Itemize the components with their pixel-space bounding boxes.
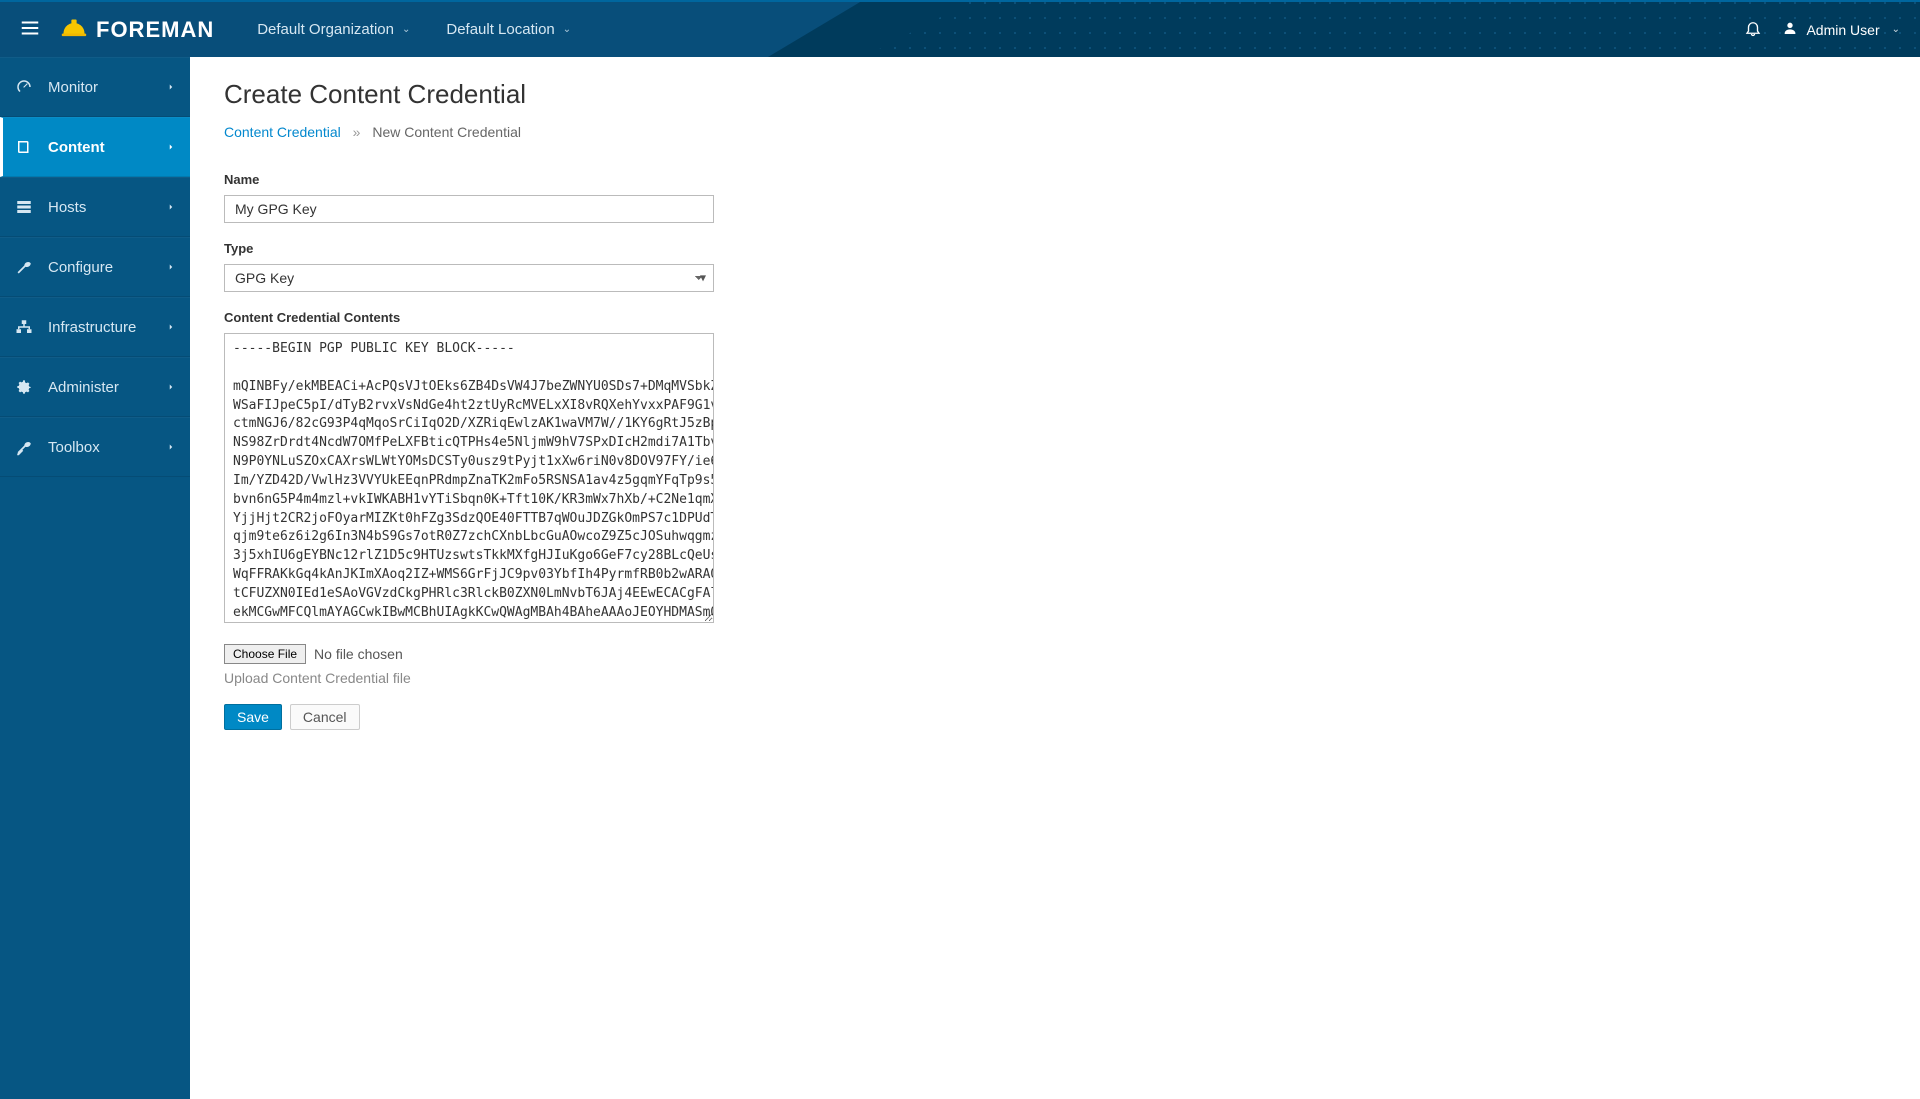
- hamburger-icon: [19, 17, 41, 42]
- page-title: Create Content Credential: [224, 79, 1886, 110]
- sidebar-item-toolbox[interactable]: Toolbox: [0, 417, 190, 477]
- chevron-right-icon: [166, 319, 176, 336]
- sidebar-item-label: Hosts: [48, 199, 166, 216]
- main-content: Create Content Credential Content Creden…: [190, 57, 1920, 1099]
- upload-hint: Upload Content Credential file: [224, 670, 714, 686]
- chevron-down-icon: ⌄: [563, 24, 571, 35]
- credential-form: Name Type GPG Key Content Credential Con…: [224, 172, 714, 730]
- sidebar-item-administer[interactable]: Administer: [0, 357, 190, 417]
- contents-label: Content Credential Contents: [224, 310, 714, 325]
- brand-link[interactable]: FOREMAN: [60, 16, 214, 44]
- hardhat-icon: [60, 16, 88, 44]
- book-icon: [14, 137, 34, 157]
- name-label: Name: [224, 172, 714, 187]
- nav-toggle-button[interactable]: [10, 10, 50, 50]
- breadcrumb-separator: »: [353, 124, 361, 140]
- sidebar-item-infrastructure[interactable]: Infrastructure: [0, 297, 190, 357]
- type-label: Type: [224, 241, 714, 256]
- location-switcher-label: Default Location: [446, 21, 554, 38]
- user-menu[interactable]: Admin User ⌄: [1782, 20, 1900, 39]
- save-button[interactable]: Save: [224, 704, 282, 730]
- org-switcher-label: Default Organization: [257, 21, 394, 38]
- name-input[interactable]: [224, 195, 714, 223]
- user-icon: [1782, 20, 1798, 39]
- sidebar-item-content[interactable]: Content: [0, 117, 190, 177]
- breadcrumb: Content Credential » New Content Credent…: [224, 124, 1886, 140]
- notifications-button[interactable]: [1744, 19, 1762, 40]
- chevron-down-icon: ⌄: [402, 24, 410, 35]
- file-chosen-text: No file chosen: [314, 646, 403, 662]
- type-select[interactable]: GPG Key: [224, 264, 714, 292]
- topbar: FOREMAN Default Organization ⌄ Default L…: [0, 0, 1920, 57]
- sidebar-item-label: Content: [48, 139, 166, 156]
- topbar-right: Admin User ⌄: [1744, 19, 1900, 40]
- chevron-right-icon: [166, 259, 176, 276]
- chevron-down-icon: ⌄: [1892, 24, 1900, 35]
- chevron-right-icon: [166, 79, 176, 96]
- chevron-right-icon: [166, 439, 176, 456]
- wrench-icon: [14, 257, 34, 277]
- chevron-right-icon: [166, 199, 176, 216]
- sitemap-icon: [14, 317, 34, 337]
- sidebar-item-hosts[interactable]: Hosts: [0, 177, 190, 237]
- breadcrumb-link-content-credential[interactable]: Content Credential: [224, 124, 341, 140]
- tools-icon: [14, 437, 34, 457]
- sidebar: Monitor Content Hosts Configure: [0, 57, 190, 1099]
- tachometer-icon: [14, 77, 34, 97]
- chevron-right-icon: [166, 379, 176, 396]
- sidebar-item-label: Toolbox: [48, 439, 166, 456]
- server-icon: [14, 197, 34, 217]
- sidebar-item-label: Monitor: [48, 79, 166, 96]
- breadcrumb-current: New Content Credential: [372, 124, 521, 140]
- choose-file-button[interactable]: Choose File: [224, 644, 306, 664]
- sidebar-item-label: Administer: [48, 379, 166, 396]
- sidebar-item-monitor[interactable]: Monitor: [0, 57, 190, 117]
- bell-icon: [1744, 19, 1762, 40]
- sidebar-item-label: Configure: [48, 259, 166, 276]
- file-upload-row: Choose File No file chosen: [224, 644, 714, 664]
- sidebar-item-configure[interactable]: Configure: [0, 237, 190, 297]
- brand-name: FOREMAN: [96, 17, 214, 43]
- gear-icon: [14, 377, 34, 397]
- location-switcher[interactable]: Default Location ⌄: [428, 2, 589, 57]
- contents-textarea[interactable]: -----BEGIN PGP PUBLIC KEY BLOCK----- mQI…: [224, 333, 714, 623]
- sidebar-item-label: Infrastructure: [48, 319, 166, 336]
- org-switcher[interactable]: Default Organization ⌄: [239, 2, 428, 57]
- chevron-right-icon: [166, 139, 176, 156]
- user-name: Admin User: [1806, 22, 1879, 38]
- cancel-button[interactable]: Cancel: [290, 704, 360, 730]
